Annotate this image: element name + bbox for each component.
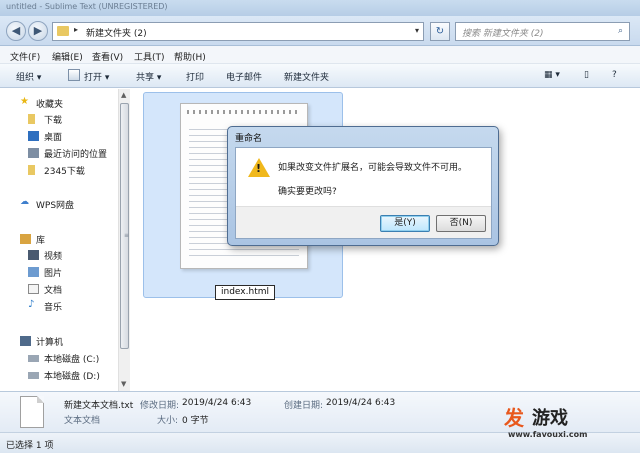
organize-dropdown-icon: ▾ <box>36 73 42 83</box>
share-dropdown-icon: ▾ <box>156 73 162 83</box>
text-file-icon <box>20 396 44 428</box>
cloud-icon: ☁ <box>20 197 29 207</box>
navigation-pane: ★ 收藏夹 下载 桌面 最近访问的位置 2345下载 ☁ WPS网盘 库 视频 … <box>0 89 118 391</box>
warning-exclamation: ! <box>256 162 262 175</box>
back-arrow-icon: ◀ <box>11 24 21 37</box>
watermark-brand-char: 发 <box>504 406 524 430</box>
modified-value: 2019/4/24 6:43 <box>182 398 252 408</box>
refresh-icon: ↻ <box>435 26 445 37</box>
size-label: 大小: <box>157 416 179 426</box>
star-icon: ★ <box>20 96 29 107</box>
open-app-icon <box>68 69 80 81</box>
size-value: 0 字节 <box>182 416 209 426</box>
address-bar[interactable]: ▸ 新建文件夹 (2) ▾ <box>52 22 424 41</box>
recent-places-icon <box>28 148 39 158</box>
menu-edit[interactable]: 编辑(E) <box>52 50 83 63</box>
forward-arrow-icon: ▶ <box>33 24 43 37</box>
folder-icon <box>28 165 35 175</box>
selection-count: 已选择 1 项 <box>6 441 54 451</box>
refresh-button[interactable]: ↻ <box>430 22 450 41</box>
help-icon: ? <box>612 70 617 80</box>
details-filename: 新建文本文档.txt <box>64 401 134 411</box>
computer-icon <box>20 336 31 346</box>
library-icon <box>20 234 31 244</box>
scroll-thumb[interactable]: ≡ <box>120 103 129 349</box>
address-dropdown-icon[interactable]: ▾ <box>415 26 419 35</box>
breadcrumb-current-folder[interactable]: 新建文件夹 (2) <box>86 26 147 39</box>
rename-input[interactable]: index.html <box>215 285 275 300</box>
site-watermark: 发 游戏 www.favouxi.com <box>432 400 632 446</box>
share-button[interactable]: 共享 ▾ <box>136 70 161 83</box>
search-icon: ⌕ <box>617 26 623 36</box>
view-dropdown-icon: ▾ <box>555 70 560 80</box>
menu-help[interactable]: 帮助(H) <box>174 50 206 63</box>
notepad-rings <box>187 110 301 114</box>
organize-button[interactable]: 组织 ▾ <box>16 70 41 83</box>
view-options-button[interactable]: ▦ ▾ <box>544 70 560 80</box>
menu-view[interactable]: 查看(V) <box>92 50 123 63</box>
print-button[interactable]: 打印 <box>186 70 204 83</box>
picture-icon <box>28 267 39 277</box>
menu-file[interactable]: 文件(F) <box>10 50 40 63</box>
address-row: ◀ ▶ ▸ 新建文件夹 (2) ▾ ↻ 搜索 新建文件夹 (2) ⌕ <box>0 16 640 46</box>
watermark-brand-text: 游戏 <box>532 408 568 429</box>
dialog-title: 重命名 <box>235 134 263 144</box>
scroll-up-arrow-icon[interactable]: ▲ <box>121 91 126 99</box>
no-button[interactable]: 否(N) <box>436 215 486 232</box>
breadcrumb-chevron-icon[interactable]: ▸ <box>74 25 78 34</box>
rename-dialog: 重命名 ! 如果改变文件扩展名，可能会导致文件不可用。 确实要更改吗? 是(Y)… <box>227 126 499 246</box>
menu-tools[interactable]: 工具(T) <box>134 50 165 63</box>
hard-drive-icon <box>28 355 39 362</box>
details-type: 文本文档 <box>64 416 101 426</box>
grip-icon: ≡ <box>124 232 130 239</box>
title-bar: untitled - Sublime Text (UNREGISTERED) <box>0 0 640 16</box>
created-value: 2019/4/24 6:43 <box>326 398 396 408</box>
download-folder-icon <box>28 114 35 124</box>
open-button[interactable]: 打开 ▾ <box>84 70 109 83</box>
back-button[interactable]: ◀ <box>6 21 26 41</box>
nav-scrollbar[interactable]: ▲ ≡ ▼ <box>118 89 130 391</box>
modified-label: 修改日期: <box>140 401 180 411</box>
dialog-message: 如果改变文件扩展名，可能会导致文件不可用。 <box>278 163 468 173</box>
forward-button[interactable]: ▶ <box>28 21 48 41</box>
menu-bar: 文件(F) 编辑(E) 查看(V) 工具(T) 帮助(H) <box>0 46 640 64</box>
preview-pane-button[interactable]: ▯ <box>584 70 589 80</box>
search-placeholder: 搜索 新建文件夹 (2) <box>462 29 544 39</box>
view-icon: ▦ <box>544 70 553 80</box>
music-icon: ♪ <box>28 299 35 310</box>
hard-drive-icon <box>28 372 39 379</box>
help-button[interactable]: ? <box>612 70 617 80</box>
scroll-down-arrow-icon[interactable]: ▼ <box>121 380 126 388</box>
email-button[interactable]: 电子邮件 <box>226 70 262 83</box>
search-box[interactable]: 搜索 新建文件夹 (2) ⌕ <box>455 22 630 41</box>
yes-button[interactable]: 是(Y) <box>380 215 430 232</box>
folder-icon <box>57 26 69 36</box>
dialog-question: 确实要更改吗? <box>278 187 337 197</box>
created-label: 创建日期: <box>284 401 324 411</box>
document-icon <box>28 284 39 294</box>
new-folder-button[interactable]: 新建文件夹 <box>284 70 329 83</box>
video-icon <box>28 250 39 260</box>
desktop-icon <box>28 131 39 141</box>
watermark-url: www.favouxi.com <box>508 430 588 439</box>
command-bar: 组织 ▾ 打开 ▾ 共享 ▾ 打印 电子邮件 新建文件夹 ▦ ▾ ▯ ? <box>0 64 640 88</box>
preview-pane-icon: ▯ <box>584 70 589 80</box>
dialog-footer: 是(Y) 否(N) <box>236 206 491 238</box>
open-dropdown-icon: ▾ <box>104 73 110 83</box>
dialog-body: ! 如果改变文件扩展名，可能会导致文件不可用。 确实要更改吗? 是(Y) 否(N… <box>235 147 492 239</box>
window-title: untitled - Sublime Text (UNREGISTERED) <box>6 2 168 11</box>
